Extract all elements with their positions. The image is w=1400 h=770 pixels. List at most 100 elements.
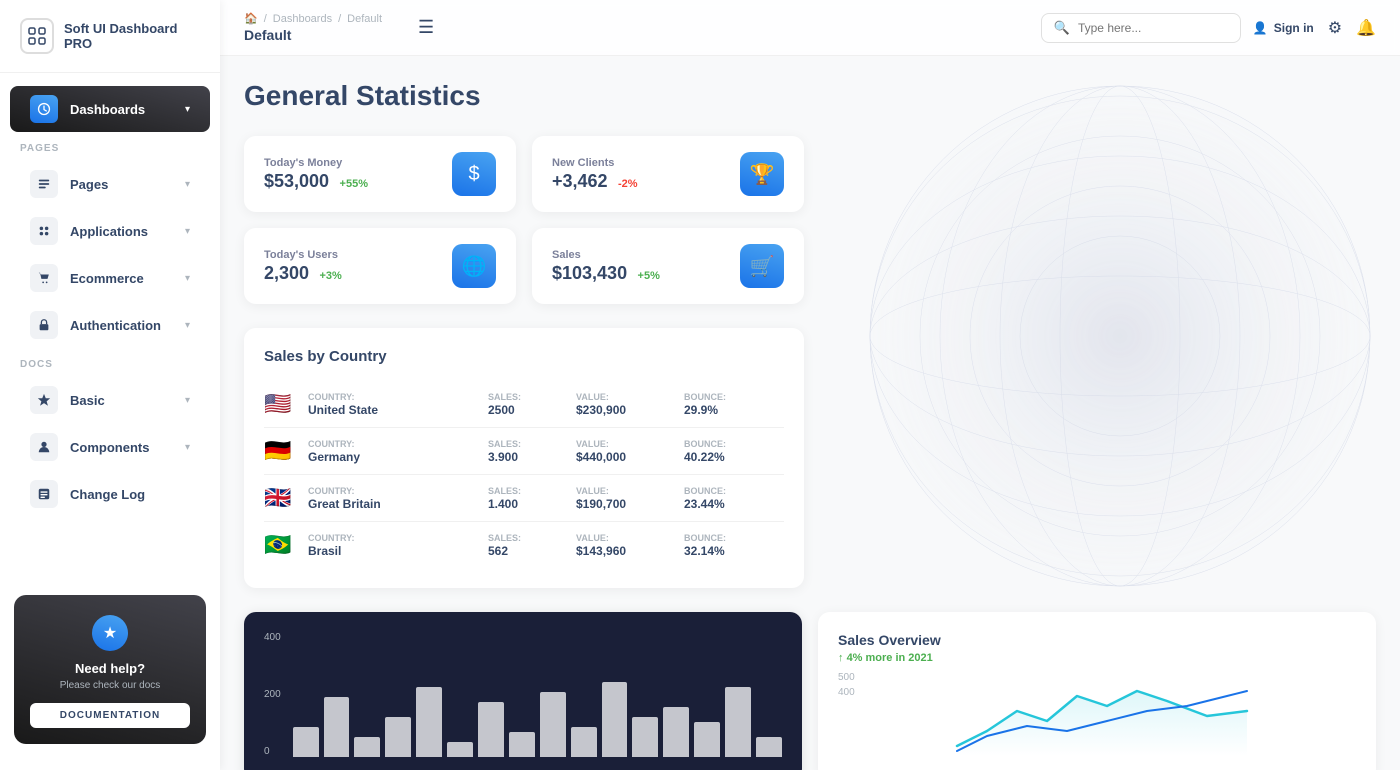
sidebar-item-pages[interactable]: Pages ▾ [10,161,210,207]
sidebar-item-applications[interactable]: Applications ▾ [10,208,210,254]
bounce-value-0: 29.9% [684,403,784,417]
menu-toggle-button[interactable]: ☰ [418,17,434,38]
help-subtitle: Please check our docs [30,680,190,691]
sidebar-item-applications-label: Applications [70,224,148,239]
main-area: 🏠 / Dashboards / Default Default ☰ 🔍 👤 S… [220,0,1400,770]
chart-y-400: 400 [264,632,281,643]
settings-icon[interactable]: ⚙ [1328,18,1342,38]
country-row-1: 🇩🇪 Country: Germany Sales: 3.900 Value: … [264,428,784,475]
value-label-3: Value: [576,533,676,543]
bounce-col-2: Bounce: 23.44% [684,486,784,511]
stat-info-2: Today's Users 2,300 +3% [264,249,342,284]
bounce-value-2: 23.44% [684,497,784,511]
stat-label-0: Today's Money [264,157,368,169]
topbar: 🏠 / Dashboards / Default Default ☰ 🔍 👤 S… [220,0,1400,56]
help-card: ★ Need help? Please check our docs DOCUM… [14,595,206,744]
country-row-3: 🇧🇷 Country: Brasil Sales: 562 Value: $14… [264,522,784,568]
sidebar-item-authentication[interactable]: Authentication ▾ [10,302,210,348]
stats-grid: Today's Money $53,000 +55% $ New Clients… [244,136,804,304]
stat-value-0: $53,000 [264,171,329,191]
documentation-button[interactable]: DOCUMENTATION [30,703,190,728]
sidebar-item-changelog-label: Change Log [70,487,145,502]
value-label-1: Value: [576,439,676,449]
search-input[interactable] [1078,21,1228,35]
current-page: Default [244,27,382,43]
components-icon [30,433,58,461]
pages-chevron: ▾ [185,179,190,190]
home-icon: 🏠 [244,12,258,25]
sidebar-item-ecommerce-label: Ecommerce [70,271,144,286]
stat-card-3: Sales $103,430 +5% 🛒 [532,228,804,304]
bar-7 [509,732,535,757]
sales-overview-subtitle: 4% more in 2021 [847,652,933,664]
sales-by-country-card: Sales by Country 🇺🇸 Country: United Stat… [244,328,804,588]
country-label-0: Country: [308,392,480,402]
bounce-label-1: Bounce: [684,439,784,449]
sidebar-item-changelog[interactable]: Change Log [10,471,210,517]
basic-icon [30,386,58,414]
bar-12 [663,707,689,757]
dashboards-chevron: ▾ [185,104,190,115]
country-flag-0: 🇺🇸 [264,391,300,417]
overview-y-400: 400 [838,687,855,698]
value-value-2: $190,700 [576,497,676,511]
breadcrumb-sep2: / [338,13,341,25]
sidebar-item-components[interactable]: Components ▾ [10,424,210,470]
bounce-label-3: Bounce: [684,533,784,543]
country-row-0: 🇺🇸 Country: United State Sales: 2500 Val… [264,381,784,428]
country-row-2: 🇬🇧 Country: Great Britain Sales: 1.400 V… [264,475,784,522]
stat-info-3: Sales $103,430 +5% [552,249,660,284]
logo-icon [20,18,54,54]
stat-value-row-1: +3,462 -2% [552,171,638,192]
sidebar-item-basic[interactable]: Basic ▾ [10,377,210,423]
sales-value-3: 562 [488,544,568,558]
country-label-1: Country: [308,439,480,449]
notifications-icon[interactable]: 🔔 [1356,18,1376,38]
country-flag-2: 🇬🇧 [264,485,300,511]
value-col-3: Value: $143,960 [576,533,676,558]
authentication-chevron: ▾ [185,320,190,331]
stat-info-0: Today's Money $53,000 +55% [264,157,368,192]
stat-change-3: +5% [638,270,660,282]
bar-13 [694,722,720,757]
content-area: /* dots rendered via JS below */ General… [220,56,1400,770]
bar-5 [447,742,473,757]
country-name-col-1: Country: Germany [308,439,480,464]
sidebar-nav: Dashboards ▾ PAGES Pages ▾ [0,73,220,585]
app-name: Soft UI Dashboard PRO [64,21,200,51]
sidebar-item-dashboards[interactable]: Dashboards ▾ [10,86,210,132]
search-box: 🔍 [1041,13,1241,43]
sales-overview-card: Sales Overview ↑ 4% more in 2021 500 400 [818,612,1376,770]
ecommerce-icon [30,264,58,292]
bounce-col-1: Bounce: 40.22% [684,439,784,464]
bar-chart-card: 400 200 0 [244,612,802,770]
trend-up-icon: ↑ [838,652,844,664]
stat-value-3: $103,430 [552,263,627,283]
stat-change-2: +3% [320,270,342,282]
value-value-3: $143,960 [576,544,676,558]
signin-label: Sign in [1274,21,1314,35]
bar-9 [571,727,597,757]
value-col-2: Value: $190,700 [576,486,676,511]
stat-icon-1: 🏆 [740,152,784,196]
value-value-1: $440,000 [576,450,676,464]
sales-by-country-title: Sales by Country [264,348,784,365]
sidebar-item-dashboards-label: Dashboards [70,102,145,117]
country-name-col-0: Country: United State [308,392,480,417]
country-name-0: United State [308,403,480,417]
stat-value-2: 2,300 [264,263,309,283]
sidebar-item-basic-label: Basic [70,393,105,408]
sales-col-0: Sales: 2500 [488,392,568,417]
bounce-col-0: Bounce: 29.9% [684,392,784,417]
sidebar: Soft UI Dashboard PRO Dashboards ▾ PAGES [0,0,220,770]
basic-chevron: ▾ [185,395,190,406]
sales-value-2: 1.400 [488,497,568,511]
sidebar-item-ecommerce[interactable]: Ecommerce ▾ [10,255,210,301]
signin-button[interactable]: 👤 Sign in [1253,21,1314,35]
bar-6 [478,702,504,757]
sidebar-item-authentication-label: Authentication [70,318,161,333]
stat-label-2: Today's Users [264,249,342,261]
country-name-3: Brasil [308,544,480,558]
bar-11 [632,717,658,757]
breadcrumb-dashboards: Dashboards [273,13,332,25]
